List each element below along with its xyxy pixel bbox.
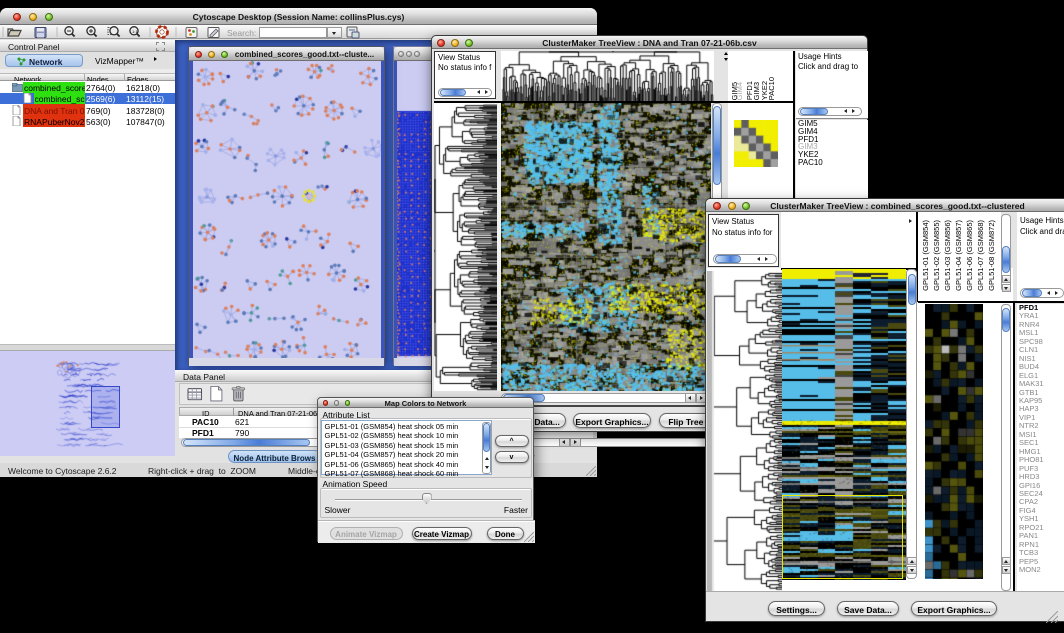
svg-text:1:1: 1:1 [132,29,138,34]
